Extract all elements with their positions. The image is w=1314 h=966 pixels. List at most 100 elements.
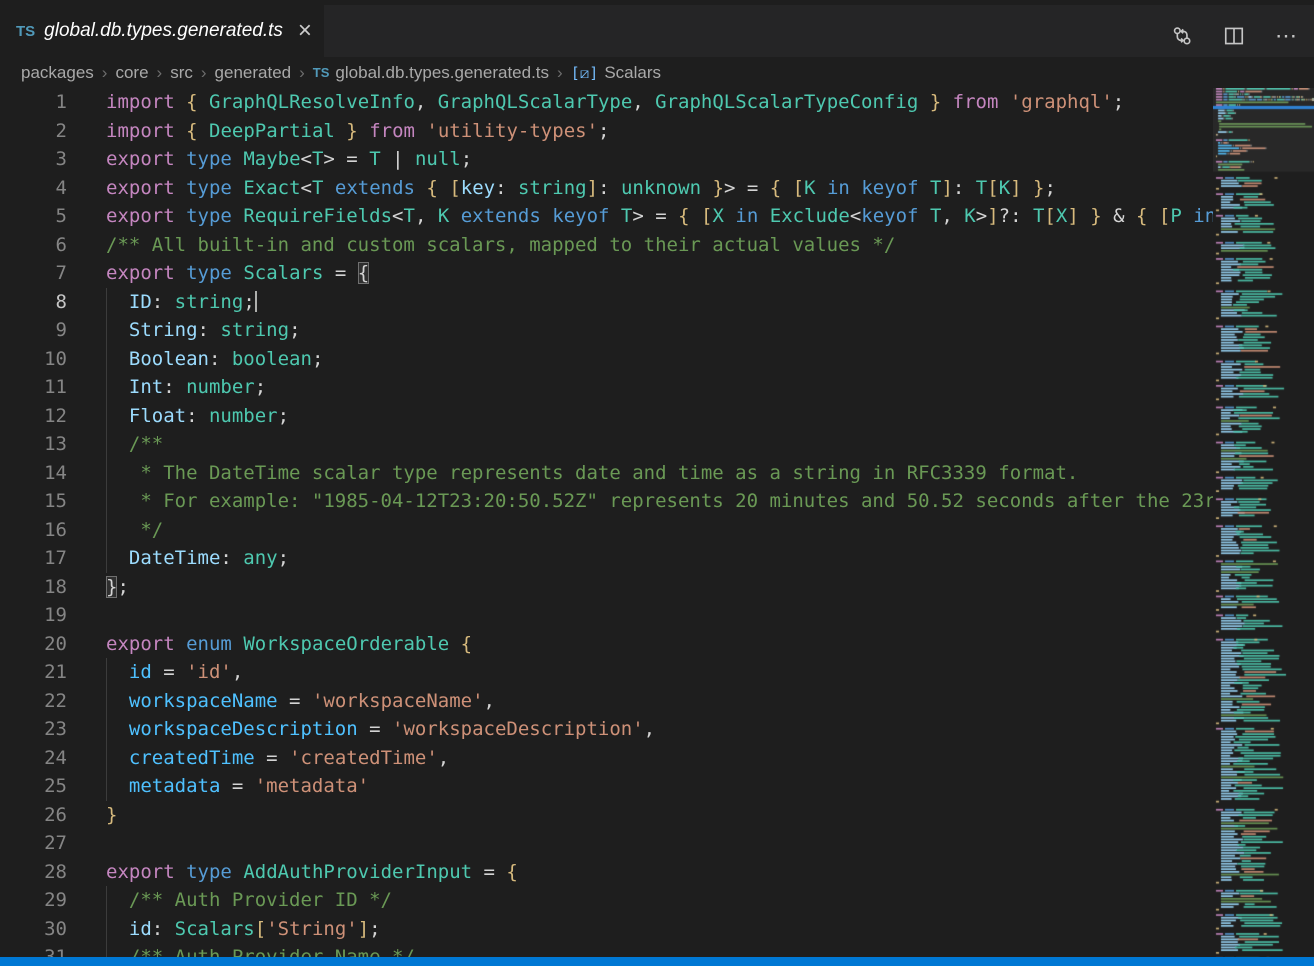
code-line[interactable]: 15 * For example: "1985-04-12T23:20:50.5… bbox=[0, 487, 1213, 516]
code-text: export type Exact<T extends { [key: stri… bbox=[106, 174, 1056, 203]
split-editor-icon[interactable] bbox=[1223, 25, 1245, 47]
code-line[interactable]: 7 export type Scalars = { bbox=[0, 259, 1213, 288]
line-number[interactable]: 8 bbox=[0, 288, 67, 317]
code-line[interactable]: 9 String: string; bbox=[0, 316, 1213, 345]
code-text: Boolean: boolean; bbox=[106, 345, 323, 374]
code-text: export type Scalars = { bbox=[106, 259, 369, 288]
breadcrumb-item-core[interactable]: core bbox=[115, 63, 148, 83]
minimap[interactable] bbox=[1213, 88, 1314, 957]
code-text: /** All built-in and custom scalars, map… bbox=[106, 231, 895, 260]
line-number[interactable]: 27 bbox=[0, 829, 67, 858]
code-text: export type AddAuthProviderInput = { bbox=[106, 858, 518, 887]
line-number[interactable]: 1 bbox=[0, 88, 67, 117]
code-line[interactable]: 25 metadata = 'metadata' bbox=[0, 772, 1213, 801]
code-line[interactable]: 28 export type AddAuthProviderInput = { bbox=[0, 858, 1213, 887]
code-line[interactable]: 30 id: Scalars['String']; bbox=[0, 915, 1213, 944]
code-text: workspaceName = 'workspaceName', bbox=[106, 687, 495, 716]
code-text: Float: number; bbox=[106, 402, 289, 431]
breadcrumb-item-file[interactable]: global.db.types.generated.ts bbox=[335, 63, 549, 83]
line-number[interactable]: 7 bbox=[0, 259, 67, 288]
code-line[interactable]: 13 /** bbox=[0, 430, 1213, 459]
line-number[interactable]: 13 bbox=[0, 430, 67, 459]
line-number[interactable]: 26 bbox=[0, 801, 67, 830]
code-line[interactable]: 22 workspaceName = 'workspaceName', bbox=[0, 687, 1213, 716]
line-number[interactable]: 2 bbox=[0, 117, 67, 146]
line-number[interactable]: 3 bbox=[0, 145, 67, 174]
code-line[interactable]: 16 */ bbox=[0, 516, 1213, 545]
line-number[interactable]: 23 bbox=[0, 715, 67, 744]
line-number[interactable]: 29 bbox=[0, 886, 67, 915]
code-text: import { GraphQLResolveInfo, GraphQLScal… bbox=[106, 88, 1124, 117]
line-number[interactable]: 24 bbox=[0, 744, 67, 773]
code-text: */ bbox=[106, 516, 163, 545]
editor-tab[interactable]: TS global.db.types.generated.ts × bbox=[0, 5, 324, 57]
code-line[interactable]: 26} bbox=[0, 801, 1213, 830]
line-number[interactable]: 16 bbox=[0, 516, 67, 545]
code-line[interactable]: 1 import { GraphQLResolveInfo, GraphQLSca… bbox=[0, 88, 1213, 117]
line-number[interactable]: 31 bbox=[0, 943, 67, 957]
code-line[interactable]: 14 * The DateTime scalar type represents… bbox=[0, 459, 1213, 488]
code-line[interactable]: 4 export type Exact<T extends { [key: str… bbox=[0, 174, 1213, 203]
line-number[interactable]: 19 bbox=[0, 601, 67, 630]
code-line[interactable]: 27 bbox=[0, 829, 1213, 858]
code-area[interactable]: 1 import { GraphQLResolveInfo, GraphQLSca… bbox=[0, 88, 1213, 957]
breadcrumb-item-generated[interactable]: generated bbox=[215, 63, 292, 83]
code-line[interactable]: 10 Boolean: boolean; bbox=[0, 345, 1213, 374]
code-line[interactable]: 12 Float: number; bbox=[0, 402, 1213, 431]
indent-guide bbox=[106, 288, 107, 573]
code-line[interactable]: 2 import { DeepPartial } from 'utility-ty… bbox=[0, 117, 1213, 146]
breadcrumb-item-packages[interactable]: packages bbox=[21, 63, 94, 83]
chevron-right-icon: › bbox=[102, 63, 108, 83]
breadcrumb-item-src[interactable]: src bbox=[170, 63, 193, 83]
code-line[interactable]: 21 id = 'id', bbox=[0, 658, 1213, 687]
line-number[interactable]: 4 bbox=[0, 174, 67, 203]
more-actions-icon[interactable]: ⋯ bbox=[1275, 23, 1298, 49]
line-number[interactable]: 17 bbox=[0, 544, 67, 573]
line-number[interactable]: 22 bbox=[0, 687, 67, 716]
code-line[interactable]: 24 createdTime = 'createdTime', bbox=[0, 744, 1213, 773]
code-text: createdTime = 'createdTime', bbox=[106, 744, 449, 773]
line-number[interactable]: 20 bbox=[0, 630, 67, 659]
code-line[interactable]: 17 DateTime: any; bbox=[0, 544, 1213, 573]
line-number[interactable]: 15 bbox=[0, 487, 67, 516]
code-line[interactable]: 19 bbox=[0, 601, 1213, 630]
indent-guide bbox=[106, 886, 107, 957]
line-number[interactable]: 14 bbox=[0, 459, 67, 488]
editor-actions: ⋯ bbox=[1171, 10, 1298, 62]
line-number[interactable]: 18 bbox=[0, 573, 67, 602]
breadcrumb-item-symbol[interactable]: Scalars bbox=[604, 63, 661, 83]
close-icon[interactable]: × bbox=[298, 21, 312, 41]
code-line[interactable]: 29 /** Auth Provider ID */ bbox=[0, 886, 1213, 915]
line-number[interactable]: 5 bbox=[0, 202, 67, 231]
open-changes-icon[interactable] bbox=[1171, 25, 1193, 47]
code-text: * For example: "1985-04-12T23:20:50.52Z"… bbox=[106, 487, 1213, 516]
code-text: id: Scalars['String']; bbox=[106, 915, 381, 944]
chevron-right-icon: › bbox=[157, 63, 163, 83]
line-number[interactable]: 12 bbox=[0, 402, 67, 431]
line-number[interactable]: 25 bbox=[0, 772, 67, 801]
editor[interactable]: 1 import { GraphQLResolveInfo, GraphQLSca… bbox=[0, 88, 1314, 957]
line-number[interactable]: 9 bbox=[0, 316, 67, 345]
code-line[interactable]: 23 workspaceDescription = 'workspaceDesc… bbox=[0, 715, 1213, 744]
code-line[interactable]: 31 /** Auth Provider Name */ bbox=[0, 943, 1213, 957]
code-text: export type Maybe<T> = T | null; bbox=[106, 145, 472, 174]
line-number[interactable]: 11 bbox=[0, 373, 67, 402]
code-text: String: string; bbox=[106, 316, 301, 345]
code-line[interactable]: 11 Int: number; bbox=[0, 373, 1213, 402]
line-number[interactable]: 6 bbox=[0, 231, 67, 260]
code-text: import { DeepPartial } from 'utility-typ… bbox=[106, 117, 609, 146]
code-line[interactable]: 8 ID: string; bbox=[0, 288, 1213, 317]
code-line[interactable]: 18}; bbox=[0, 573, 1213, 602]
line-number[interactable]: 10 bbox=[0, 345, 67, 374]
code-line[interactable]: 3 export type Maybe<T> = T | null; bbox=[0, 145, 1213, 174]
code-text: export enum WorkspaceOrderable { bbox=[106, 630, 472, 659]
line-number[interactable]: 30 bbox=[0, 915, 67, 944]
code-line[interactable]: 5export type RequireFields<T, K extends … bbox=[0, 202, 1213, 231]
line-number[interactable]: 28 bbox=[0, 858, 67, 887]
code-text: /** Auth Provider Name */ bbox=[106, 943, 415, 957]
line-number[interactable]: 21 bbox=[0, 658, 67, 687]
code-line[interactable]: 20 export enum WorkspaceOrderable { bbox=[0, 630, 1213, 659]
code-line[interactable]: 6 /** All built-in and custom scalars, ma… bbox=[0, 231, 1213, 260]
code-text: /** Auth Provider ID */ bbox=[106, 886, 392, 915]
chevron-right-icon: › bbox=[201, 63, 207, 83]
